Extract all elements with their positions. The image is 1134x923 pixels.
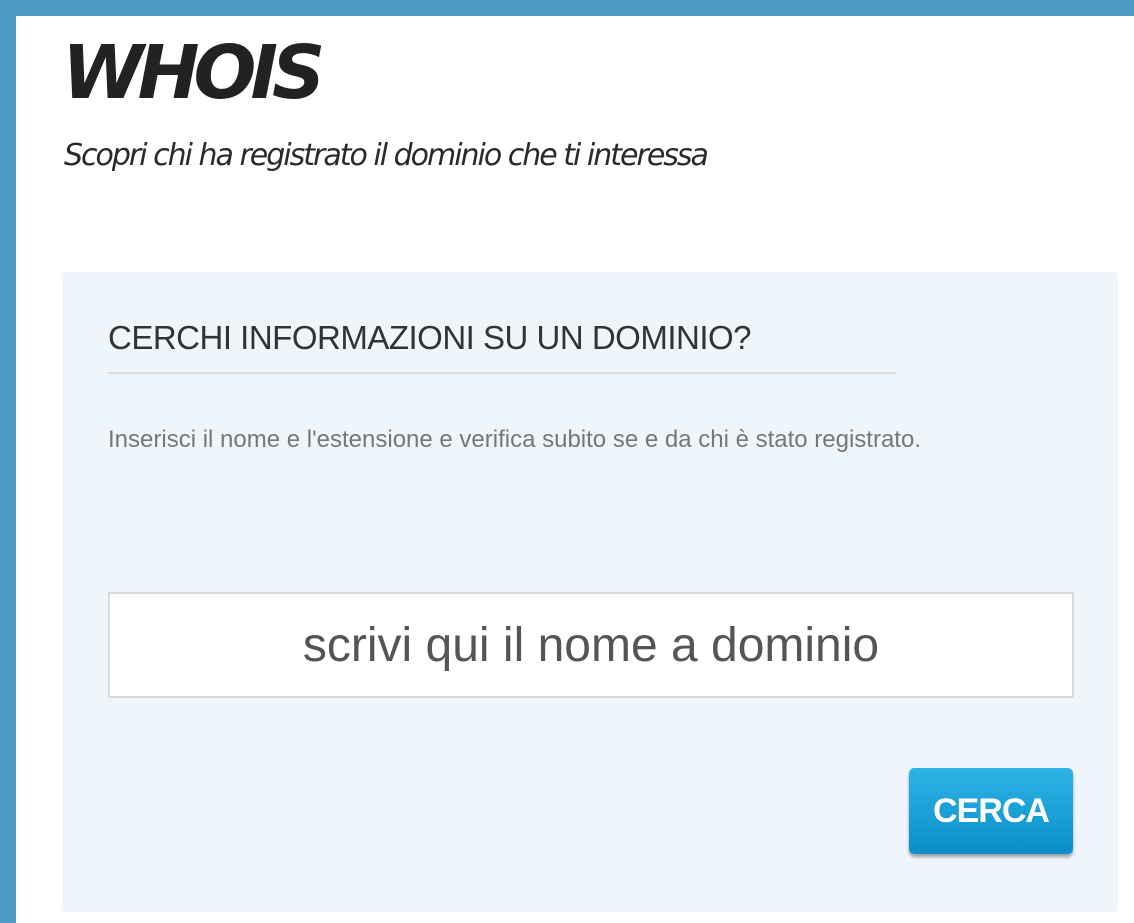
panel-heading: CERCHI INFORMAZIONI SU UN DOMINIO? [108,318,896,374]
window-frame-top [0,0,1134,16]
page-title: WHOIS [62,30,325,116]
page-subtitle: Scopri chi ha registrato il dominio che … [64,138,709,173]
panel-description: Inserisci il nome e l'estensione e verif… [108,426,921,453]
search-button[interactable]: CERCA [909,768,1073,854]
window-frame-left [0,0,16,923]
domain-search-panel: CERCHI INFORMAZIONI SU UN DOMINIO? Inser… [62,272,1118,912]
domain-search-input[interactable] [108,592,1074,698]
